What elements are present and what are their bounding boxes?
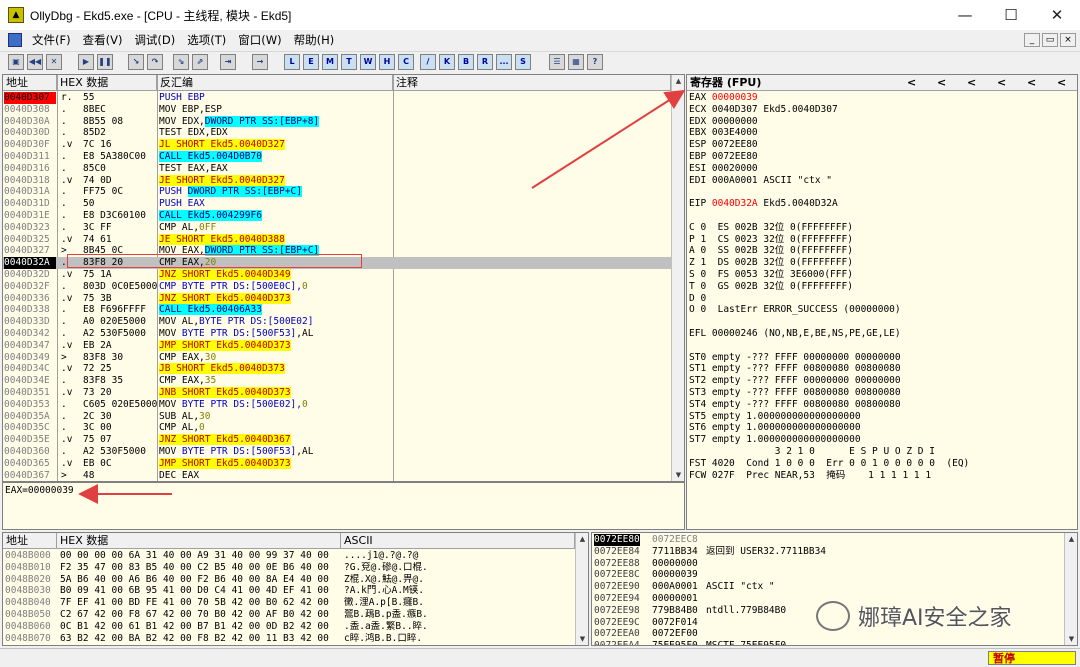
annotation-arrows	[78, 89, 686, 504]
arrow-to-eax-register	[531, 89, 686, 189]
watermark: 娜璋AI安全之家	[816, 594, 1012, 638]
wechat-logo-icon	[816, 601, 850, 631]
watermark-text: 娜璋AI安全之家	[858, 606, 1012, 631]
